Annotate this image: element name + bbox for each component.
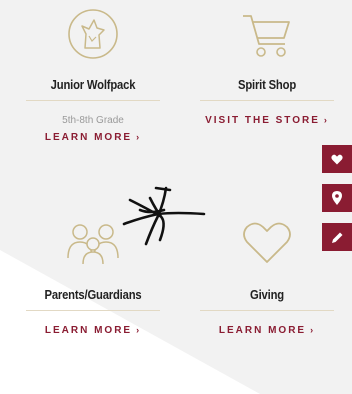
card-title: Junior Wolfpack	[50, 78, 136, 92]
learn-more-link[interactable]: LEARN MORE ›	[192, 325, 342, 336]
wolf-emblem-icon	[68, 9, 118, 59]
link-label: LEARN MORE	[44, 132, 133, 143]
link-label: LEARN MORE	[218, 325, 307, 336]
favorite-button[interactable]	[322, 145, 352, 173]
card-junior-wolfpack: Junior Wolfpack 5th-8th Grade LEARN MORE…	[18, 8, 168, 143]
card-title: Giving	[250, 288, 284, 302]
shopping-cart-icon	[243, 15, 290, 57]
heart-outline-icon	[243, 222, 291, 263]
visit-store-link[interactable]: VISIT THE STORE ›	[192, 115, 342, 126]
card-title: Parents/Guardians	[44, 288, 142, 302]
pencil-icon	[331, 232, 342, 243]
card-giving: Giving LEARN MORE ›	[192, 218, 342, 336]
divider	[26, 100, 160, 101]
divider	[200, 100, 334, 101]
divider	[26, 310, 160, 311]
location-pin-icon	[332, 191, 342, 205]
chevron-right-icon: ›	[136, 325, 142, 335]
chevron-right-icon: ›	[323, 115, 329, 125]
chevron-right-icon: ›	[136, 132, 142, 142]
learn-more-link[interactable]: LEARN MORE ›	[18, 325, 168, 336]
divider	[200, 310, 334, 311]
card-subtitle: 5th-8th Grade	[62, 115, 124, 126]
card-parents-guardians: Parents/Guardians LEARN MORE ›	[18, 218, 168, 336]
learn-more-link[interactable]: LEARN MORE ›	[18, 132, 168, 143]
link-label: LEARN MORE	[44, 325, 133, 336]
family-icon	[67, 224, 119, 265]
location-button[interactable]	[322, 184, 352, 212]
edit-button[interactable]	[322, 223, 352, 251]
card-title: Spirit Shop	[237, 78, 297, 92]
card-spirit-shop: Spirit Shop VISIT THE STORE ›	[192, 8, 342, 126]
chevron-right-icon: ›	[310, 325, 316, 335]
link-label: VISIT THE STORE	[205, 115, 320, 126]
heart-icon	[331, 154, 343, 164]
